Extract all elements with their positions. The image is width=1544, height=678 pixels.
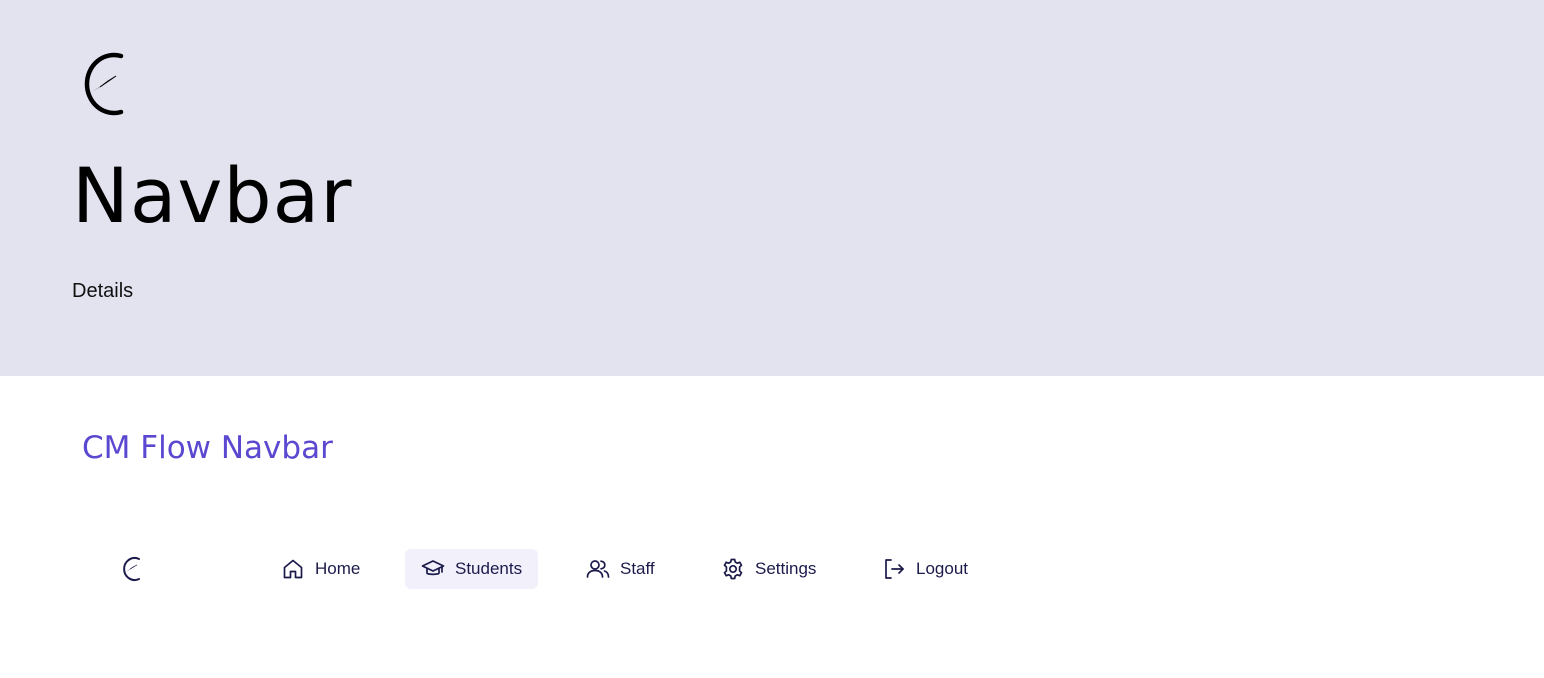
nav-item-label: Staff (620, 559, 655, 578)
compass-logo-icon[interactable] (118, 555, 142, 583)
navbar: Home Students Staff Settings Logout (0, 540, 1544, 598)
page-subtitle: Details (72, 280, 134, 302)
logout-icon (885, 559, 904, 579)
nav-item-staff[interactable]: Staff (570, 549, 671, 589)
nav-item-logout[interactable]: Logout (866, 549, 984, 589)
nav-item-label: Home (315, 559, 361, 578)
nav-item-label: Settings (755, 559, 817, 578)
section-title: CM Flow Navbar (82, 430, 333, 466)
hero-banner: Navbar Details (0, 0, 1544, 376)
nav-item-students[interactable]: Students (405, 549, 539, 589)
nav-item-label: Students (455, 559, 523, 578)
page-title: Navbar (72, 151, 353, 240)
gear-icon (723, 558, 743, 580)
home-icon (283, 559, 303, 579)
nav-item-settings[interactable]: Settings (705, 549, 832, 589)
graduation-cap-icon (421, 560, 445, 576)
nav-item-home[interactable]: Home (265, 549, 376, 589)
compass-logo-icon (84, 52, 124, 116)
users-icon (586, 560, 610, 578)
nav-item-label: Logout (916, 559, 968, 578)
